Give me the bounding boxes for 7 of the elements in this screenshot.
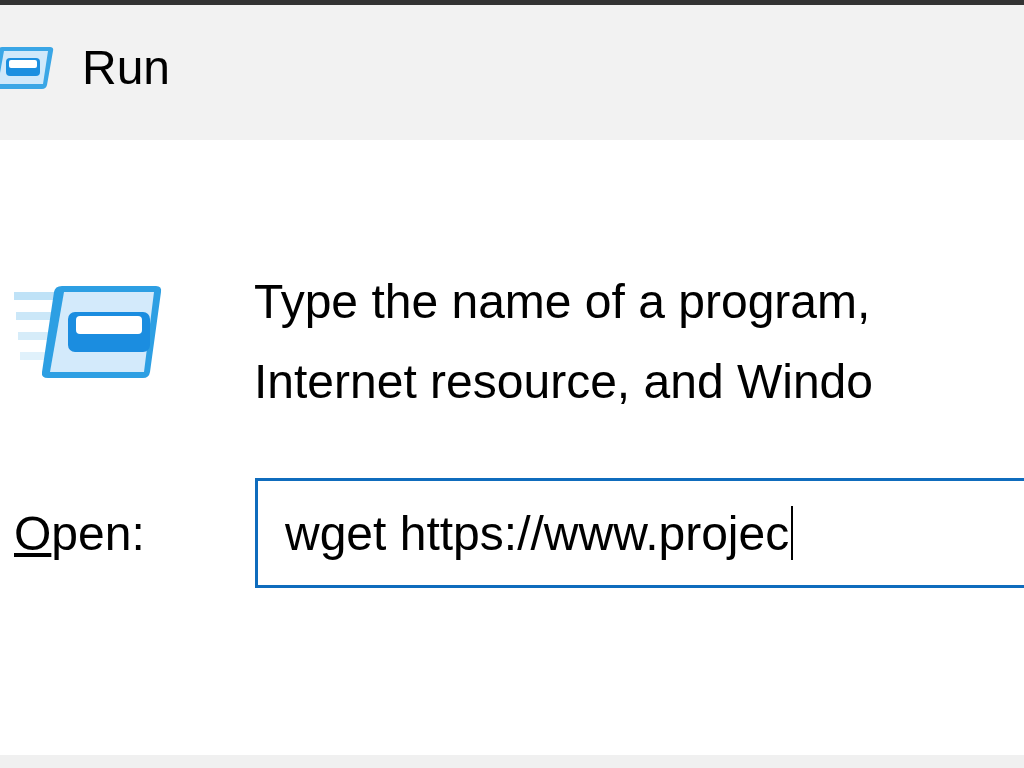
instruction-text: Type the name of a program, Internet resource, and Windo [254, 274, 873, 410]
window-title: Run [82, 40, 171, 95]
run-icon [14, 286, 164, 378]
text-cursor [791, 506, 794, 560]
run-icon [0, 44, 54, 91]
open-label: Open: [14, 505, 146, 561]
input-field[interactable]: wget https://www.projec [255, 478, 1024, 588]
